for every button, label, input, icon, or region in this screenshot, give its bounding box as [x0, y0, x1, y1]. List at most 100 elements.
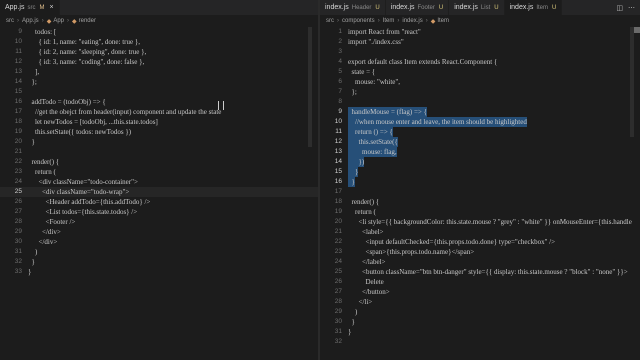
- tab-item-index-js[interactable]: index.js Item U: [504, 0, 563, 15]
- breadcrumb-item[interactable]: components: [342, 18, 375, 24]
- code-line[interactable]: 5 state = {: [320, 67, 640, 77]
- code-line[interactable]: 31}: [320, 327, 640, 337]
- code-text: }): [348, 157, 365, 167]
- code-line[interactable]: 19 this.setState({ todos: newTodos }): [0, 127, 318, 137]
- line-number: 21: [334, 228, 342, 235]
- code-line[interactable]: 11 { id: 2, name: "sleeping", done: true…: [0, 47, 318, 57]
- close-icon[interactable]: ×: [49, 4, 53, 11]
- code-line[interactable]: 27 </button>: [320, 287, 640, 297]
- code-line[interactable]: 13 ],: [0, 67, 318, 77]
- code-line[interactable]: 28 <Footer />: [0, 217, 318, 227]
- code-text: </label>: [348, 258, 386, 266]
- code-line[interactable]: 30 </div>: [0, 237, 318, 247]
- breadcrumb-item[interactable]: render: [79, 18, 96, 24]
- code-area[interactable]: 9 todos: [10 { id: 1, name: "eating", do…: [0, 27, 318, 360]
- code-line[interactable]: 10 { id: 1, name: "eating", done: true }…: [0, 37, 318, 47]
- code-line[interactable]: 18 let newTodos = [todoObj, ...this.stat…: [0, 117, 318, 127]
- line-number: 23: [14, 168, 22, 175]
- code-line[interactable]: 17: [320, 187, 640, 197]
- right-editor-pane[interactable]: index.js Header U index.js Footer U inde…: [320, 0, 640, 360]
- code-line[interactable]: 15: [0, 87, 318, 97]
- code-line[interactable]: 23 return (: [0, 167, 318, 177]
- code-line[interactable]: 29 ): [320, 307, 640, 317]
- code-line[interactable]: 11 return () => {: [320, 127, 640, 137]
- code-line[interactable]: 28 </li>: [320, 297, 640, 307]
- code-line[interactable]: 29 </div>: [0, 227, 318, 237]
- code-line[interactable]: 31 ): [0, 247, 318, 257]
- code-line[interactable]: 8: [320, 97, 640, 107]
- breadcrumb-item[interactable]: src: [326, 18, 334, 24]
- code-line[interactable]: 32 }: [0, 257, 318, 267]
- line-number: 28: [14, 218, 22, 225]
- code-text: this.setState({: [348, 137, 398, 147]
- line-number: 25: [334, 268, 342, 275]
- code-line[interactable]: 21: [0, 147, 318, 157]
- code-line[interactable]: 22 render() {: [0, 157, 318, 167]
- code-line[interactable]: 14 }): [320, 157, 640, 167]
- breadcrumb-item[interactable]: App: [53, 18, 64, 24]
- code-line[interactable]: 22 <input defaultChecked={this.props.tod…: [320, 237, 640, 247]
- scrollbar-thumb[interactable]: [634, 27, 640, 33]
- code-line[interactable]: 13 mouse: flag,: [320, 147, 640, 157]
- code-line[interactable]: 2 import "./index.css": [320, 37, 640, 47]
- code-line[interactable]: 27 <List todos={this.state.todos} />: [0, 207, 318, 217]
- code-line[interactable]: 20 }: [0, 137, 318, 147]
- code-line[interactable]: 6 mouse: "white",: [320, 77, 640, 87]
- tab-status-badge: M: [39, 4, 45, 11]
- code-line[interactable]: 9 handleMouse = (flag) => {: [320, 107, 640, 117]
- tab-header-index-js[interactable]: index.js Header U: [320, 0, 386, 15]
- code-line[interactable]: 7 };: [320, 87, 640, 97]
- tab-list-index-js[interactable]: index.js List U: [449, 0, 505, 15]
- code-line[interactable]: 20 <li style={{ backgroundColor: this.st…: [320, 217, 640, 227]
- code-area[interactable]: 1 import React from "react" 2 import "./ind…: [320, 27, 640, 360]
- code-line[interactable]: 12 this.setState({: [320, 137, 640, 147]
- code-line[interactable]: 18 render() {: [320, 197, 640, 207]
- breadcrumb-item[interactable]: Item: [383, 18, 395, 24]
- code-line[interactable]: 24 </label>: [320, 257, 640, 267]
- code-line[interactable]: 24 <div className="todo-container">: [0, 177, 318, 187]
- tab-app-js[interactable]: App.js src M ×: [0, 0, 60, 15]
- code-text: render() {: [28, 158, 60, 166]
- minimap[interactable]: [308, 27, 312, 147]
- code-line[interactable]: 30 }: [320, 317, 640, 327]
- code-line[interactable]: 25 <div className="todo-wrap">: [0, 187, 318, 197]
- code-line[interactable]: 4 export default class Item extends React…: [320, 57, 640, 67]
- breadcrumb-item[interactable]: Item: [437, 18, 449, 24]
- editor-actions: ◫ ⋯: [616, 4, 640, 12]
- code-text: mouse: "white",: [348, 78, 400, 86]
- code-line[interactable]: 26 Delete: [320, 277, 640, 287]
- code-line[interactable]: 17 //get the obejct from header(input) c…: [0, 107, 318, 117]
- breadcrumb-item[interactable]: App.js: [22, 18, 39, 24]
- line-number: 3: [338, 48, 342, 55]
- tab-footer-index-js[interactable]: index.js Footer U: [386, 0, 450, 15]
- code-line[interactable]: 21 <label>: [320, 227, 640, 237]
- breadcrumb-item[interactable]: src: [6, 18, 14, 24]
- more-icon[interactable]: ⋯: [628, 4, 635, 12]
- code-line[interactable]: 26 <Header addTodo={this.addTodo} />: [0, 197, 318, 207]
- code-line[interactable]: 15 }: [320, 167, 640, 177]
- code-line[interactable]: 16 }: [320, 177, 640, 187]
- code-line[interactable]: 1 import React from "react": [320, 27, 640, 37]
- code-line[interactable]: 23 <span>{this.props.todo.name}</span>: [320, 247, 640, 257]
- code-line[interactable]: 33}: [0, 267, 318, 277]
- code-line[interactable]: 16 addTodo = (todoObj) => {: [0, 97, 318, 107]
- chevron-right-icon: ›: [397, 18, 400, 24]
- code-text: { id: 1, name: "eating", done: true },: [28, 38, 140, 46]
- code-line[interactable]: 14 };: [0, 77, 318, 87]
- code-line[interactable]: 10 //when mouse enter and leave, the ite…: [320, 117, 640, 127]
- left-editor-pane[interactable]: App.js src M × src › App.js › ◆ App › ◆ rende…: [0, 0, 318, 360]
- code-text: <input defaultChecked={this.props.todo.d…: [348, 238, 556, 246]
- code-line[interactable]: 3: [320, 47, 640, 57]
- breadcrumb-item[interactable]: index.js: [402, 18, 422, 24]
- code-text: };: [28, 78, 37, 86]
- split-editor-icon[interactable]: ◫: [616, 4, 623, 12]
- code-line[interactable]: 19 return (: [320, 207, 640, 217]
- minimap[interactable]: [630, 27, 634, 137]
- code-line[interactable]: 32: [320, 337, 640, 347]
- code-text: let newTodos = [todoObj, ...this.state.t…: [28, 118, 158, 126]
- code-line[interactable]: 12 { id: 3, name: "coding", done: false …: [0, 57, 318, 67]
- code-line[interactable]: 25 <button className="btn btn-danger" st…: [320, 267, 640, 277]
- chevron-right-icon: ›: [41, 18, 44, 24]
- code-line[interactable]: 9 todos: [: [0, 27, 318, 37]
- line-number: 24: [14, 178, 22, 185]
